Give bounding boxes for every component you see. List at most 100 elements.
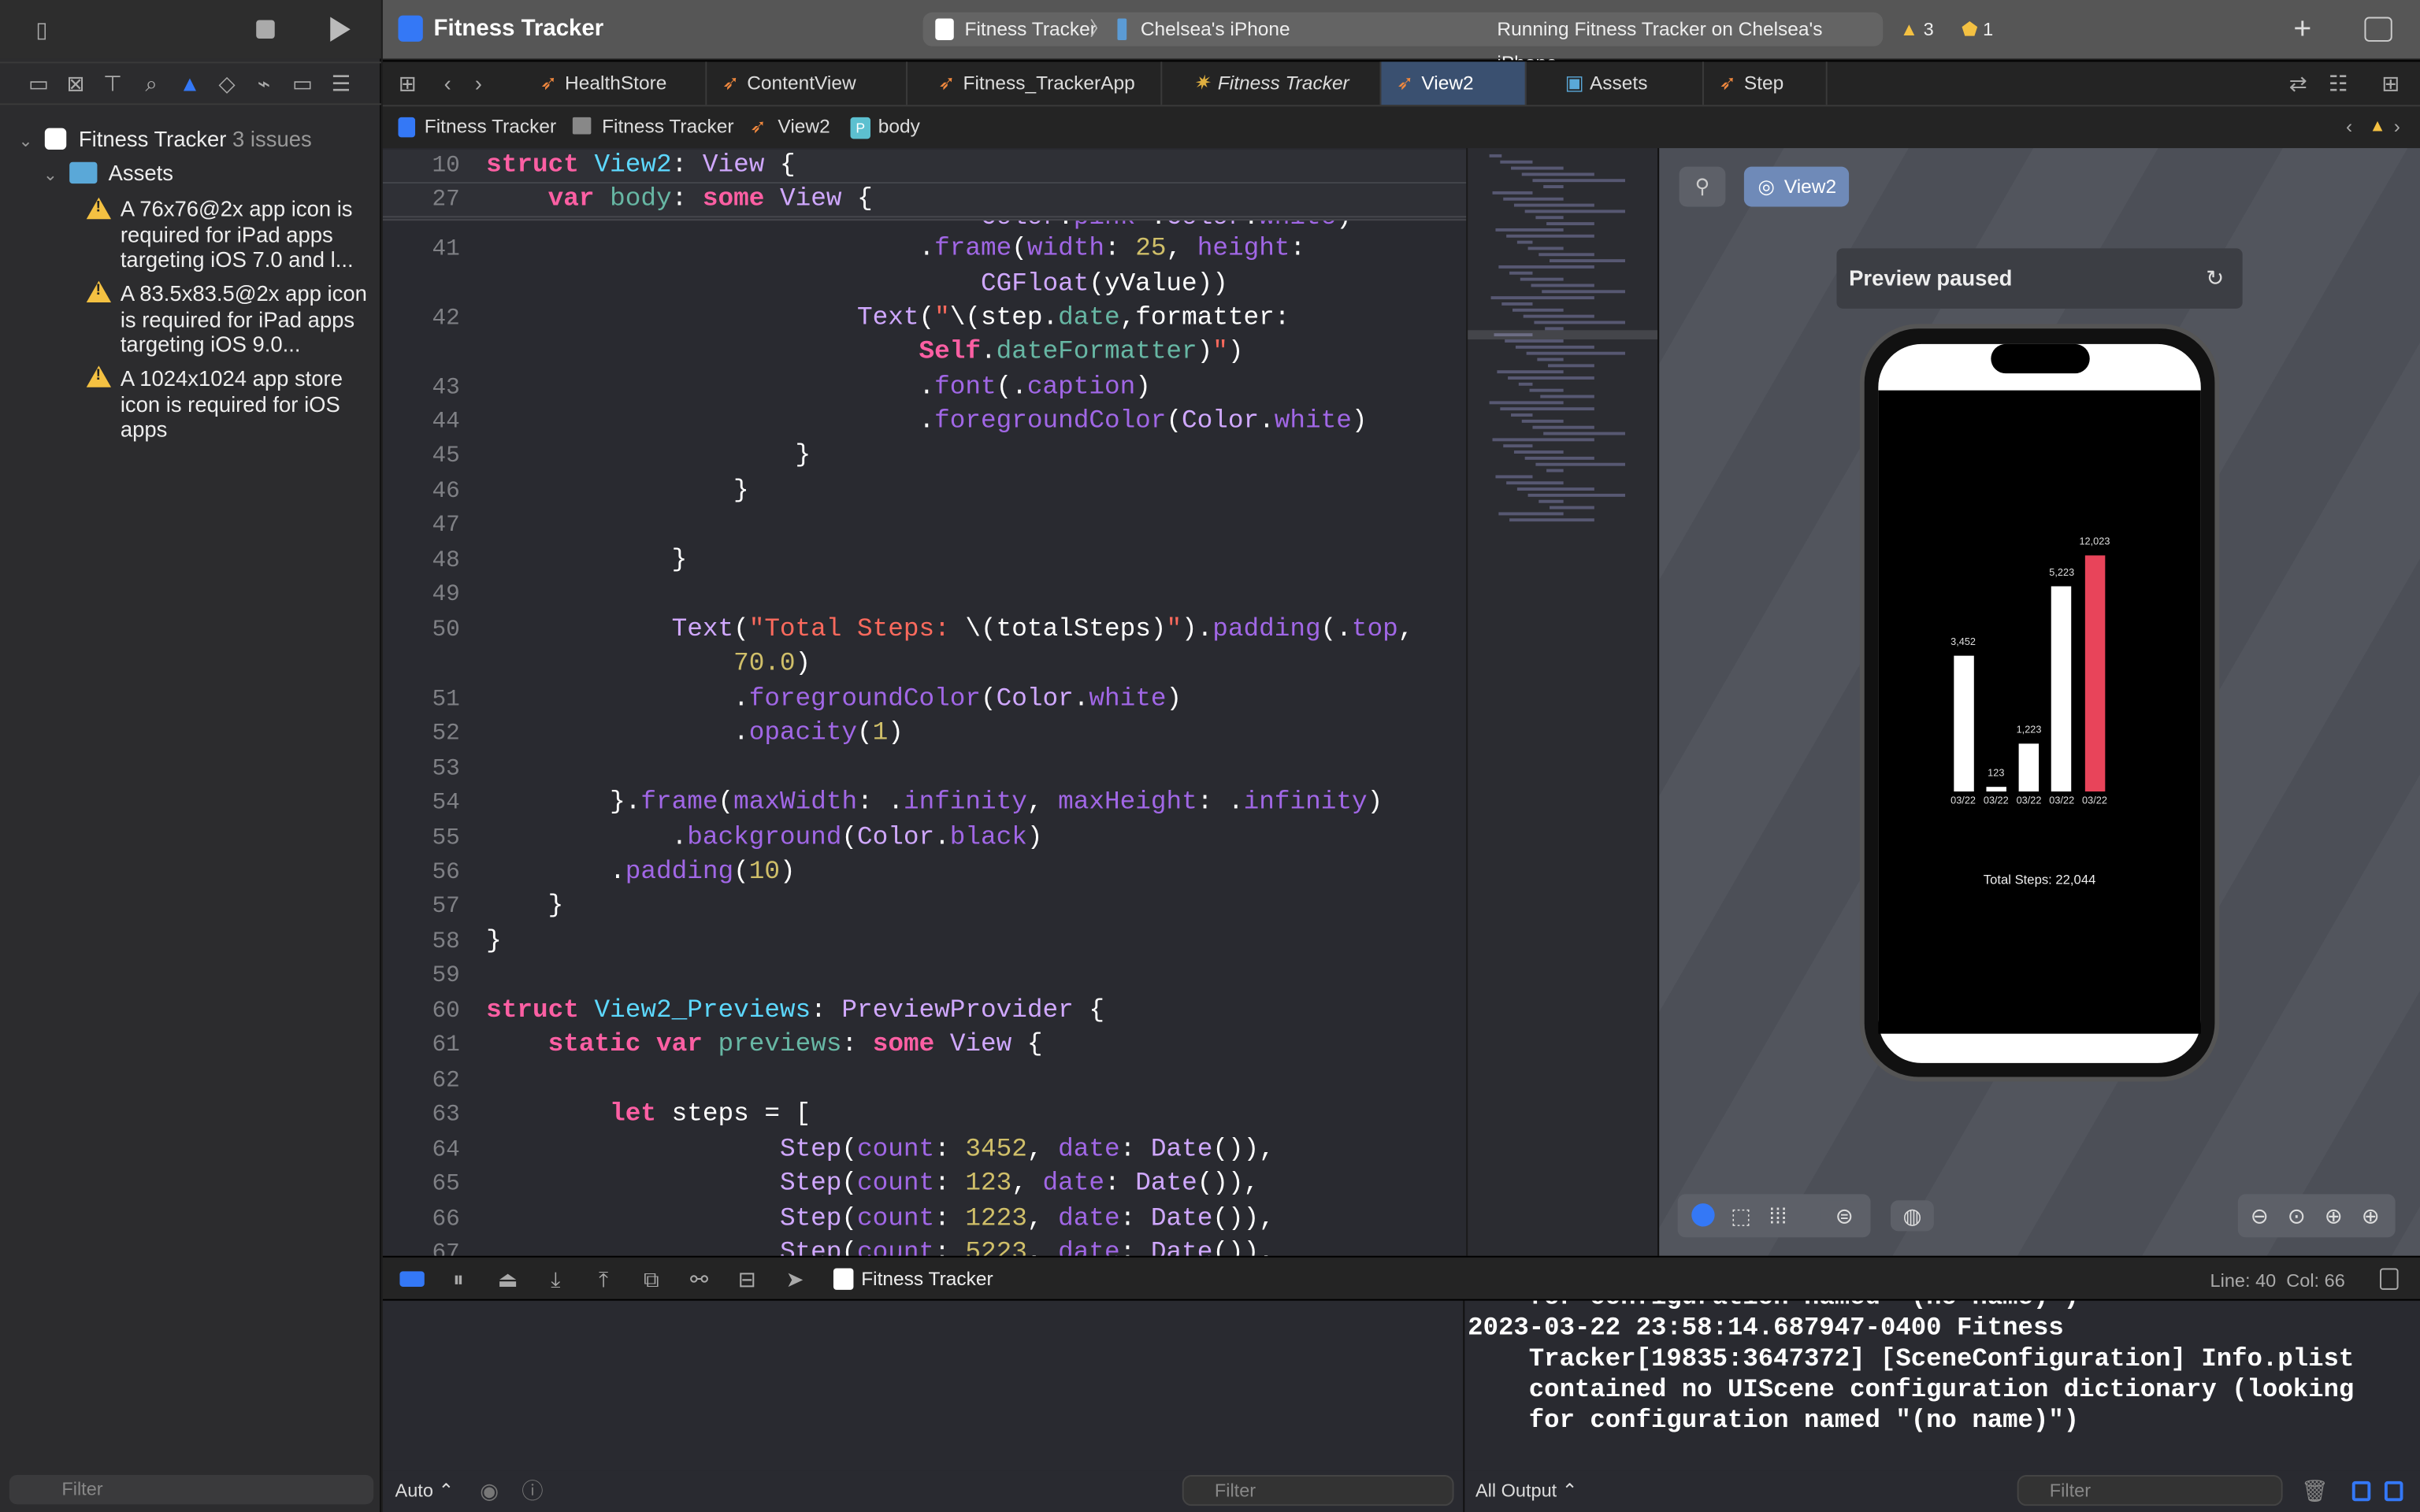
stop-icon[interactable] — [256, 20, 275, 39]
zoom-in-icon[interactable]: ⊕ — [2355, 1200, 2386, 1231]
code-line[interactable]: 51 .foregroundColor(Color.white) — [383, 684, 1466, 717]
code-line[interactable]: 44 .foregroundColor(Color.white) — [383, 406, 1466, 439]
code-line[interactable]: 64 Step(count: 3452, date: Date()), — [383, 1134, 1466, 1168]
live-preview-icon[interactable] — [1691, 1203, 1715, 1227]
warning-navigator-icon[interactable]: ▲ — [176, 68, 203, 98]
issue-item[interactable]: A 1024x1024 app store icon is required f… — [121, 365, 367, 442]
test-icon[interactable]: ◇ — [213, 68, 240, 98]
zoom-out-icon[interactable]: ⊖ — [2244, 1200, 2275, 1231]
device-icon[interactable]: ◍ — [1891, 1200, 1934, 1232]
navigator-filter-input[interactable]: Filter — [9, 1474, 374, 1505]
tab-contentview[interactable]: ➶ ContentView — [707, 61, 908, 106]
code-line[interactable]: 67 Step(count: 5223, date: Date()), — [383, 1237, 1466, 1256]
inspector-toggle-icon[interactable] — [2364, 17, 2392, 42]
step-into-icon[interactable]: ⤓ — [542, 1264, 570, 1295]
project-row[interactable]: ⌄ Fitness Tracker 3 issues — [19, 127, 312, 151]
steps-chart[interactable]: 3,452 03/22 123 03/22 1,223 03/22 5,223 03/22 12… — [1878, 390, 2201, 1034]
code-line[interactable]: 59 — [383, 960, 1466, 994]
code-line[interactable]: 53 — [383, 753, 1466, 787]
grid-icon[interactable]: ⊞ — [395, 68, 420, 98]
code-line[interactable]: 63 let steps = [ — [383, 1099, 1466, 1132]
code-line[interactable]: 48 } — [383, 545, 1466, 579]
selectable-icon[interactable]: ⬚ — [1727, 1200, 1754, 1231]
step-out-icon[interactable]: ⤒ — [589, 1264, 617, 1295]
editor-options-icon[interactable]: ☷ — [2325, 68, 2352, 98]
memory-graph-icon[interactable]: ⚯ — [685, 1264, 713, 1295]
next-issue-icon[interactable]: › — [2394, 106, 2400, 148]
refresh-icon[interactable]: ↻ — [2206, 248, 2224, 308]
info-icon[interactable]: ⓘ — [518, 1475, 546, 1506]
source-control-icon[interactable]: ⊠ — [61, 68, 89, 98]
code-line[interactable]: 10 struct View2: View { — [382, 150, 1467, 184]
code-line[interactable]: 50 Text("Total Steps: \(totalSteps)").pa… — [383, 614, 1466, 648]
zoom-100-icon[interactable]: ⊙ — [2281, 1200, 2312, 1231]
hide-debug-area-icon[interactable] — [2380, 1268, 2399, 1290]
show-console-icon[interactable] — [2384, 1480, 2403, 1502]
view-chip[interactable]: ◎ View2 — [1743, 166, 1850, 207]
view-hierarchy-icon[interactable]: ⧉ — [637, 1264, 665, 1295]
tab-step[interactable]: ➶ Step — [1704, 61, 1828, 106]
code-line[interactable]: 56 .padding(10) — [383, 856, 1466, 890]
breakpoints-toggle-icon[interactable] — [399, 1271, 425, 1287]
code-line[interactable]: 55 .background(Color.black) — [383, 822, 1466, 856]
scheme-name[interactable]: Fitness Tracker — [964, 13, 1096, 46]
minimap-viewport[interactable] — [1468, 330, 1658, 340]
back-icon[interactable]: ‹ — [438, 68, 457, 98]
code-line[interactable]: Self.dateFormatter)") — [383, 336, 1466, 370]
code-line[interactable]: 52 .opacity(1) — [383, 717, 1466, 751]
sidebar-toggle-icon[interactable]: ▯ — [26, 14, 57, 45]
debug-icon[interactable]: ⌁ — [250, 68, 277, 98]
show-variables-icon[interactable] — [2351, 1480, 2371, 1502]
issue-item[interactable]: A 76x76@2x app icon is required for iPad… — [121, 196, 367, 272]
previous-issue-icon[interactable]: ‹ — [2346, 106, 2352, 148]
code-line[interactable]: 58} — [383, 926, 1466, 960]
code-line[interactable]: 27 var body: some View { — [382, 183, 1467, 218]
minimap[interactable] — [1466, 148, 1658, 1256]
code-line[interactable]: 57 } — [383, 890, 1466, 924]
code-line[interactable]: 70.0) — [383, 648, 1466, 682]
code-line[interactable]: 45 } — [383, 439, 1466, 473]
code-line[interactable]: 43 .font(.caption) — [383, 372, 1466, 406]
tab-view2[interactable]: ➶ View2 — [1381, 61, 1527, 106]
forward-icon[interactable]: › — [470, 68, 488, 98]
folder-icon[interactable]: ▭ — [24, 68, 52, 98]
run-icon[interactable] — [330, 17, 351, 42]
assets-row[interactable]: ⌄ Assets — [43, 161, 173, 185]
code-line[interactable]: 49 — [383, 579, 1466, 613]
warning-icon[interactable]: ▲ — [2369, 106, 2385, 148]
breadcrumb-symbol[interactable]: body — [878, 106, 920, 148]
device-name[interactable]: Chelsea's iPhone — [1141, 13, 1290, 46]
variants-icon[interactable]: ⁞⁞⁞ — [1764, 1200, 1791, 1231]
issue-item[interactable]: A 83.5x83.5@2x app icon is required for … — [121, 281, 367, 358]
breadcrumb-project[interactable]: Fitness Tracker — [425, 106, 556, 148]
trash-icon[interactable]: 🗑 — [2301, 1475, 2329, 1506]
breadcrumb-folder[interactable]: Fitness Tracker — [602, 106, 733, 148]
breadcrumb-file[interactable]: View2 — [778, 106, 830, 148]
add-editor-icon[interactable]: ⊞ — [2377, 68, 2404, 98]
code-line[interactable]: 60 struct View2_Previews: PreviewProvider… — [383, 995, 1466, 1029]
variables-view[interactable] — [382, 1300, 1464, 1471]
breakpoint-icon[interactable]: ▭ — [288, 68, 316, 98]
tab-fitness-tracker[interactable]: ✷ Fitness Tracker — [1178, 61, 1382, 106]
code-line[interactable]: 65 Step(count: 123, date: Date()), — [383, 1168, 1466, 1202]
add-icon[interactable]: + — [2293, 13, 2311, 48]
code-line[interactable]: 61 static var previews: some View { — [383, 1029, 1466, 1063]
console-filter-input[interactable]: Filter — [2017, 1474, 2283, 1506]
code-line[interactable]: 41 .frame(width: 25, height: — [383, 233, 1466, 267]
output-select[interactable]: All Output ⌃ — [1475, 1480, 1577, 1501]
variables-mode-select[interactable]: Auto ⌃ — [395, 1480, 455, 1501]
code-line[interactable]: 46 } — [383, 475, 1466, 509]
tab-fitness-trackerapp[interactable]: ➶ Fitness_TrackerApp — [923, 61, 1163, 106]
code-line[interactable]: 66 Step(count: 1223, date: Date()), — [383, 1203, 1466, 1237]
hierarchy-icon[interactable]: ⊤ — [98, 68, 126, 98]
zoom-fit-icon[interactable]: ⊕ — [2318, 1200, 2349, 1231]
code-line[interactable]: 42 Text("\(step.date,formatter: — [383, 302, 1466, 336]
variables-filter-input[interactable]: Filter — [1182, 1474, 1454, 1506]
pin-icon[interactable]: ⚲ — [1679, 166, 1726, 207]
warnings-badge[interactable]: ▲ 3 — [1900, 19, 1934, 40]
code-line[interactable]: 54 }.frame(maxWidth: .infinity, maxHeigh… — [383, 787, 1466, 821]
location-icon[interactable]: ➤ — [781, 1264, 808, 1295]
code-line[interactable]: 62 — [383, 1065, 1466, 1099]
console-output[interactable]: for configuration named "(no name)") 202… — [1463, 1300, 2420, 1471]
code-line[interactable]: CGFloat(yValue)) — [383, 269, 1466, 302]
